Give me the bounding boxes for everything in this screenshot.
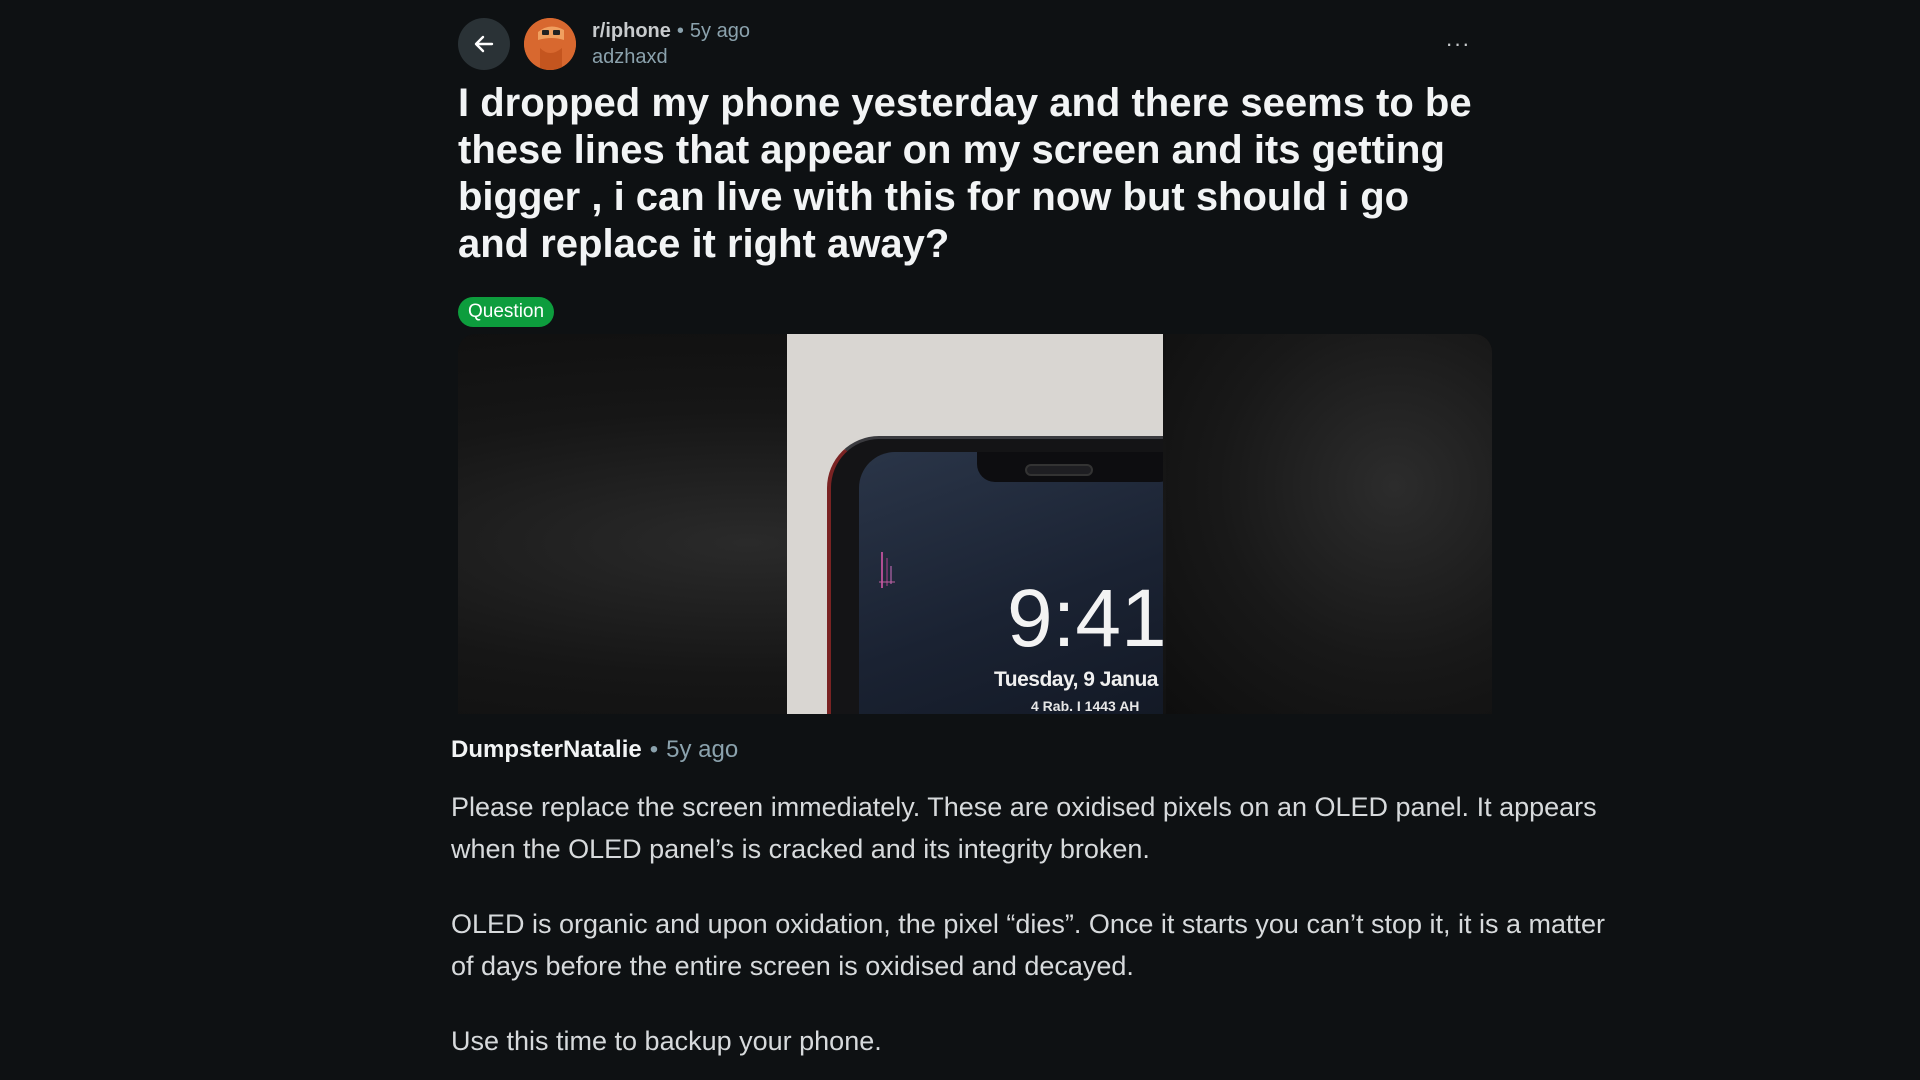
post-page: r/iphone • 5y ago adzhaxd ··· I dropped my…	[0, 0, 1920, 1080]
lockscreen-hijri-date: 4 Rab. I 1443 AH	[1031, 698, 1140, 714]
comment-paragraph: Use this time to backup your phone.	[451, 1026, 882, 1056]
more-horizontal-icon: ···	[1445, 31, 1471, 56]
comment-time: 5y ago	[666, 736, 739, 763]
comment-body: Please replace the screen immediately. T…	[451, 786, 1611, 1062]
avatar-image	[524, 18, 576, 70]
meta-separator: •	[676, 20, 684, 42]
comment-separator: •	[649, 736, 659, 763]
lockscreen-date: Tuesday, 9 Janua	[994, 668, 1158, 691]
more-options-button[interactable]: ···	[1438, 30, 1478, 58]
phone-speaker	[1025, 464, 1093, 476]
comment-meta: DumpsterNatalie • 5y ago	[451, 732, 1611, 768]
post-time: 5y ago	[689, 20, 750, 42]
post-flair[interactable]: Question	[458, 297, 555, 327]
post-image[interactable]: 9:41 Tuesday, 9 Janua 4 Rab. I 1443 AH	[787, 334, 1163, 714]
post-title: I dropped my phone yesterday and there s…	[458, 81, 1472, 266]
oxidised-pixel-lines	[879, 552, 895, 588]
back-button[interactable]	[458, 18, 510, 70]
subreddit-link[interactable]: r/iphone	[592, 20, 671, 42]
comment-paragraph: OLED is organic and upon oxidation, the …	[451, 909, 1606, 981]
post-meta: r/iphone • 5y ago adzhaxd	[592, 18, 750, 70]
post-author[interactable]: adzhaxd	[592, 44, 750, 70]
post-media[interactable]: 9:41 Tuesday, 9 Janua 4 Rab. I 1443 AH	[458, 334, 1492, 714]
lockscreen-clock: 9:41	[1007, 573, 1163, 664]
media-blur-background-right	[1166, 334, 1492, 714]
comment-paragraph: Please replace the screen immediately. T…	[451, 792, 1597, 864]
comment-author[interactable]: DumpsterNatalie	[451, 736, 642, 763]
post-header: r/iphone • 5y ago adzhaxd ···	[458, 16, 1478, 72]
arrow-left-icon	[474, 35, 494, 53]
subreddit-avatar[interactable]	[524, 18, 576, 70]
comment: DumpsterNatalie • 5y ago Please replace th…	[451, 732, 1611, 1080]
